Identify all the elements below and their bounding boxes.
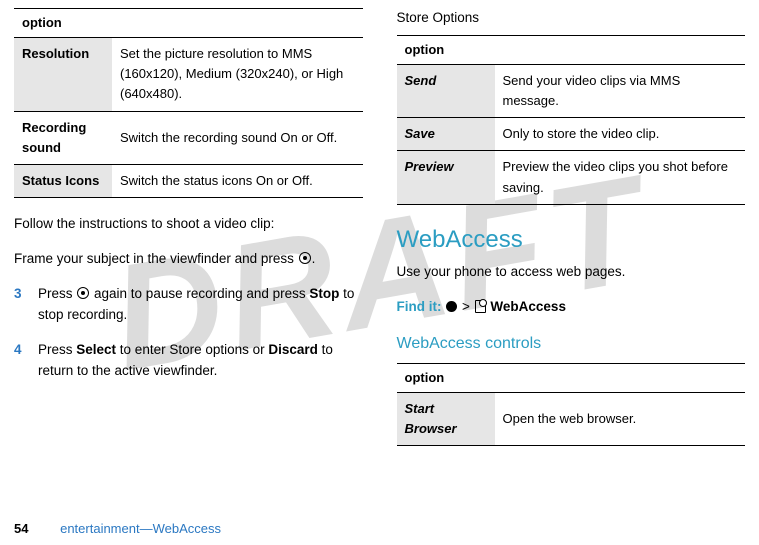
store-options-title: Store Options xyxy=(397,8,746,29)
webaccess-controls-heading: WebAccess controls xyxy=(397,332,746,357)
page-footer: 54 entertainment—WebAccess xyxy=(14,519,221,539)
record-button-icon xyxy=(299,252,311,264)
left-column: option Resolution Set the picture resolu… xyxy=(14,8,363,462)
text: Press xyxy=(38,342,76,357)
menu-key-icon xyxy=(446,301,457,312)
stop-label: Stop xyxy=(309,286,339,301)
row-desc: Switch the status icons On or Off. xyxy=(112,164,363,197)
store-options-table: option Send Send your video clips via MM… xyxy=(397,35,746,205)
table-header: option xyxy=(14,9,363,38)
step-4: 4 Press Select to enter Store options or… xyxy=(14,340,363,382)
row-desc: Open the web browser. xyxy=(495,392,746,445)
text: to enter Store options or xyxy=(116,342,268,357)
page-number: 54 xyxy=(14,521,28,536)
instruction-text: Follow the instructions to shoot a video… xyxy=(14,214,363,235)
row-desc: Preview the video clips you shot before … xyxy=(495,151,746,204)
row-name: Save xyxy=(397,118,495,151)
frame-instruction: Frame your subject in the viewfinder and… xyxy=(14,249,363,270)
text: Frame your subject in the viewfinder and… xyxy=(14,251,298,266)
step-number: 3 xyxy=(14,284,38,326)
row-name: Preview xyxy=(397,151,495,204)
step-number: 4 xyxy=(14,340,38,382)
row-name: Start Browser xyxy=(397,392,495,445)
row-desc: Set the picture resolution to MMS (160x1… xyxy=(112,38,363,111)
row-name: Resolution xyxy=(14,38,112,111)
text: > xyxy=(458,299,473,314)
discard-label: Discard xyxy=(268,342,318,357)
right-column: Store Options option Send Send your vide… xyxy=(397,8,746,462)
section-name: entertainment—WebAccess xyxy=(60,521,221,536)
select-label: Select xyxy=(76,342,116,357)
webaccess-controls-table: option Start Browser Open the web browse… xyxy=(397,363,746,446)
row-name: Recording sound xyxy=(14,111,112,164)
camera-options-table: option Resolution Set the picture resolu… xyxy=(14,8,363,198)
find-it-label: Find it: xyxy=(397,299,442,314)
row-name: Send xyxy=(397,65,495,118)
webaccess-heading: WebAccess xyxy=(397,221,746,258)
row-desc: Send your video clips via MMS message. xyxy=(495,65,746,118)
record-button-icon xyxy=(77,287,89,299)
webaccess-intro: Use your phone to access web pages. xyxy=(397,262,746,283)
text: again to pause recording and press xyxy=(90,286,309,301)
webaccess-label: WebAccess xyxy=(490,299,566,314)
row-desc: Switch the recording sound On or Off. xyxy=(112,111,363,164)
webaccess-app-icon xyxy=(475,300,486,313)
find-it-line: Find it: > WebAccess xyxy=(397,297,746,318)
row-name: Status Icons xyxy=(14,164,112,197)
step-3: 3 Press again to pause recording and pre… xyxy=(14,284,363,326)
text: Press xyxy=(38,286,76,301)
table-header: option xyxy=(397,35,746,64)
row-desc: Only to store the video clip. xyxy=(495,118,746,151)
text: . xyxy=(312,251,316,266)
table-header: option xyxy=(397,363,746,392)
